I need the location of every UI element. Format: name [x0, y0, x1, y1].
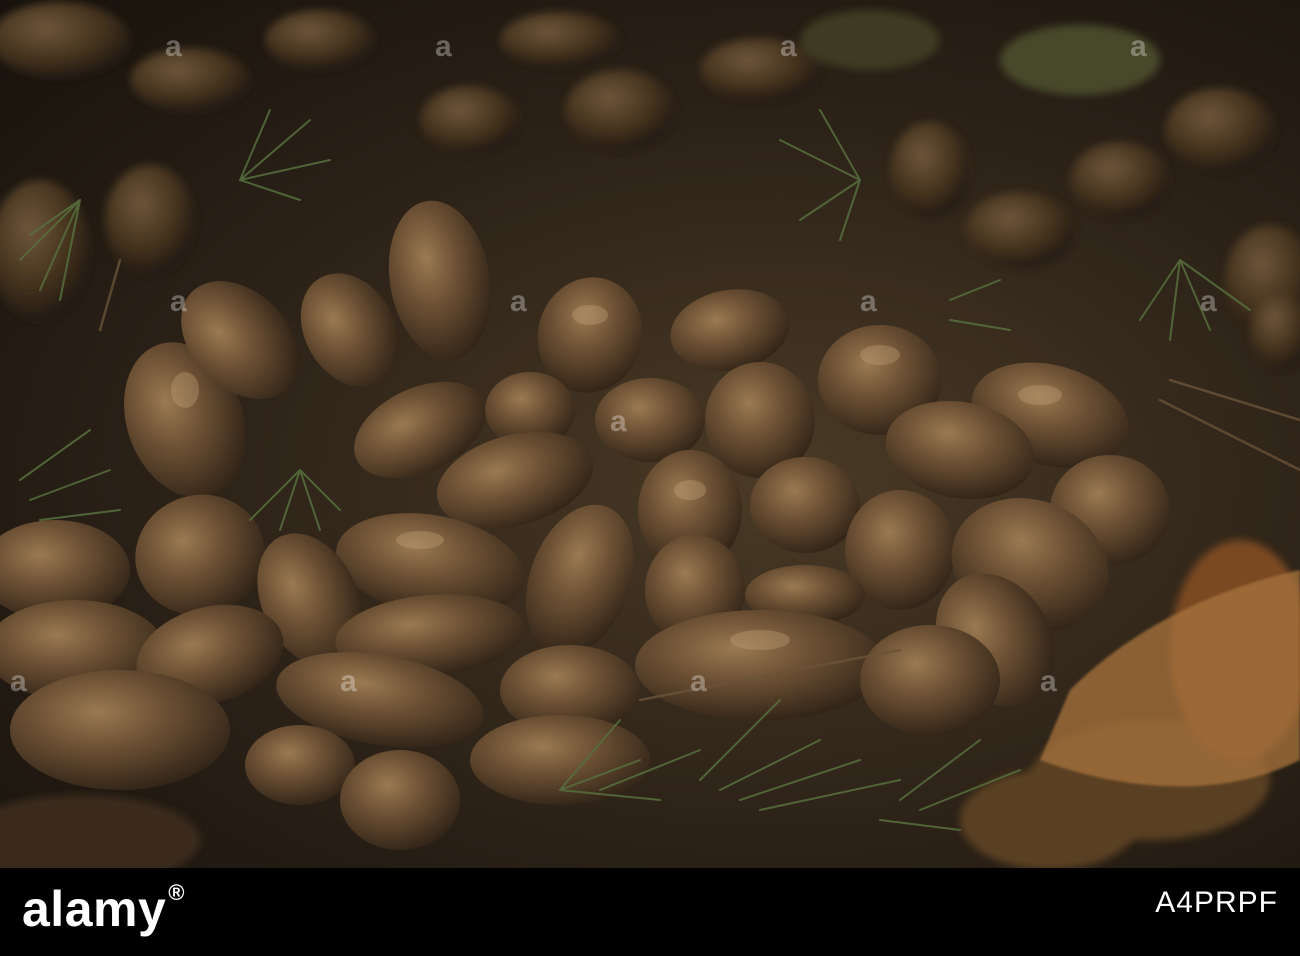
alamy-watermark-icon: a	[510, 285, 528, 318]
alamy-watermark-icon: a	[610, 405, 628, 438]
alamy-watermark-icon: a	[1130, 30, 1148, 63]
alamy-watermark-icon: a	[435, 30, 453, 63]
alamy-watermark-icon: a	[1040, 665, 1058, 698]
alamy-watermark-icon: a	[690, 665, 708, 698]
alamy-watermark-icon: a	[860, 285, 878, 318]
registered-mark: ®	[168, 880, 185, 905]
pellet-scene	[0, 2, 1300, 868]
alamy-watermark-icon: a	[1200, 285, 1218, 318]
photo-page: a a a a a a a a a a a a a alamy® A4PRPF	[0, 0, 1300, 956]
brand-logo: alamy®	[22, 880, 185, 938]
alamy-watermark-icon: a	[10, 665, 28, 698]
alamy-watermark-icon: a	[165, 30, 183, 63]
alamy-watermark-icon: a	[170, 285, 188, 318]
brand-name: alamy	[22, 881, 167, 937]
alamy-watermark-icon: a	[340, 665, 358, 698]
alamy-watermark-icon: a	[780, 30, 798, 63]
footer-bar: alamy® A4PRPF	[0, 868, 1300, 956]
photograph: a a a a a a a a a a a a a	[0, 0, 1300, 868]
image-id: A4PRPF	[1155, 886, 1278, 919]
